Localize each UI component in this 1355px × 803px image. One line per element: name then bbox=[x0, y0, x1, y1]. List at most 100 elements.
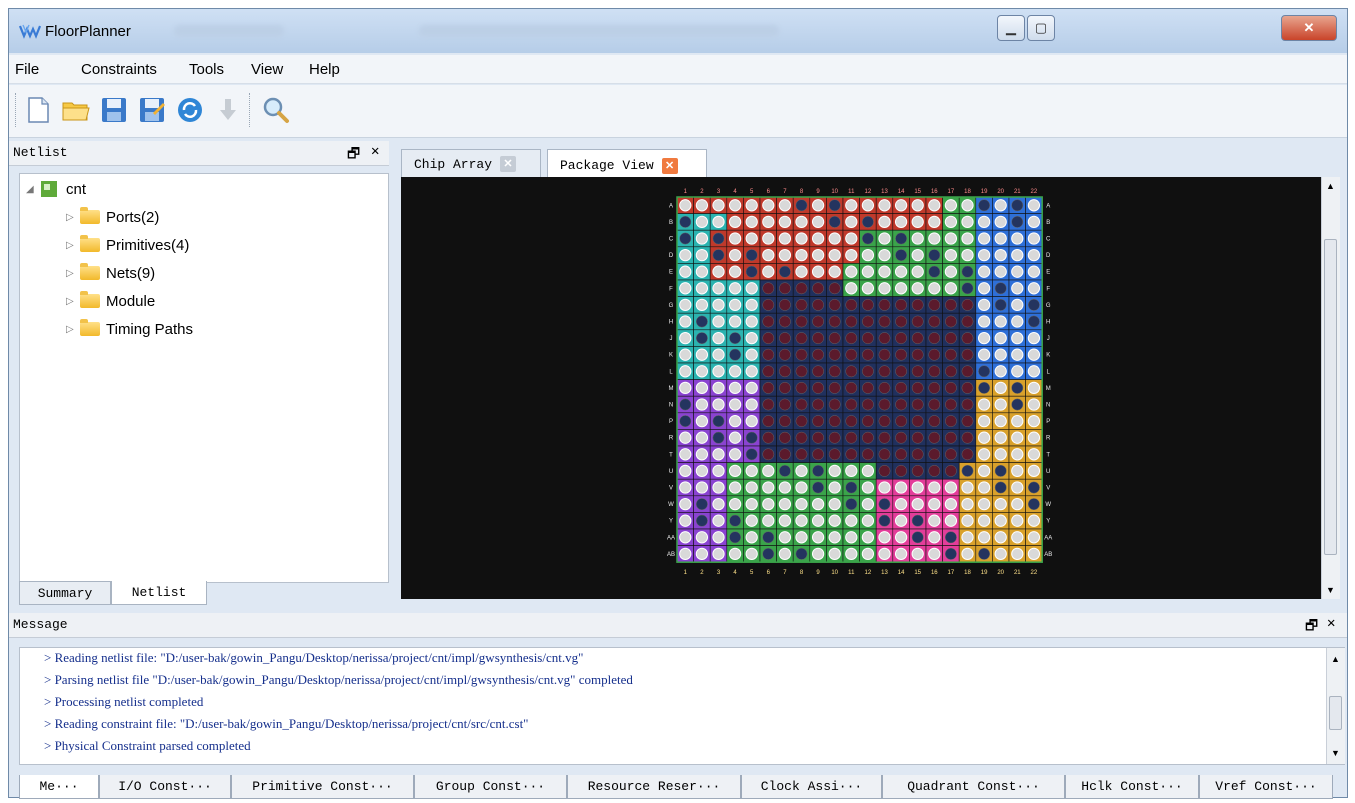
package-pin[interactable] bbox=[676, 312, 694, 331]
package-pin[interactable] bbox=[992, 379, 1010, 397]
package-pin[interactable] bbox=[743, 346, 761, 364]
package-pin[interactable] bbox=[875, 246, 894, 264]
package-pin[interactable] bbox=[809, 412, 827, 430]
package-pin[interactable] bbox=[826, 462, 844, 480]
package-pin[interactable] bbox=[759, 528, 777, 546]
package-pin[interactable] bbox=[958, 263, 977, 281]
package-pin[interactable] bbox=[842, 246, 860, 264]
package-pin[interactable] bbox=[909, 478, 927, 497]
package-pin[interactable] bbox=[992, 495, 1010, 513]
package-pin[interactable] bbox=[1025, 528, 1043, 546]
package-pin[interactable] bbox=[809, 362, 827, 380]
package-pin[interactable] bbox=[743, 512, 761, 530]
package-pin[interactable] bbox=[809, 346, 827, 364]
package-pin[interactable] bbox=[759, 296, 777, 314]
package-pin[interactable] bbox=[1025, 379, 1043, 397]
package-pin[interactable] bbox=[726, 528, 744, 546]
close-tab-icon[interactable]: ✕ bbox=[500, 156, 517, 172]
package-pin[interactable] bbox=[859, 329, 877, 347]
package-pin[interactable] bbox=[1008, 528, 1026, 546]
package-pin[interactable] bbox=[809, 395, 827, 414]
package-pin[interactable] bbox=[676, 395, 694, 414]
package-pin[interactable] bbox=[676, 196, 694, 214]
package-pin[interactable] bbox=[693, 412, 711, 430]
package-pin[interactable] bbox=[859, 362, 877, 380]
package-pin[interactable] bbox=[892, 312, 910, 331]
package-pin[interactable] bbox=[875, 263, 894, 281]
package-pin[interactable] bbox=[1008, 445, 1026, 463]
package-pin[interactable] bbox=[676, 495, 694, 513]
package-pin[interactable] bbox=[875, 296, 894, 314]
package-pin[interactable] bbox=[859, 296, 877, 314]
package-pin[interactable] bbox=[859, 528, 877, 546]
package-pin[interactable] bbox=[875, 279, 894, 297]
package-pin[interactable] bbox=[776, 279, 794, 297]
package-pin[interactable] bbox=[925, 362, 943, 380]
package-pin[interactable] bbox=[792, 528, 811, 546]
package-pin[interactable] bbox=[925, 545, 943, 563]
tab-primitive-constraints[interactable]: Primitive Const··· bbox=[231, 775, 414, 799]
package-pin[interactable] bbox=[925, 329, 943, 347]
tab-chip-array[interactable]: Chip Array ✕ bbox=[401, 149, 541, 179]
package-pin[interactable] bbox=[1008, 263, 1026, 281]
package-pin[interactable] bbox=[992, 528, 1010, 546]
package-pin[interactable] bbox=[693, 429, 711, 447]
package-pin[interactable] bbox=[792, 346, 811, 364]
package-pin[interactable] bbox=[975, 229, 993, 248]
package-pin[interactable] bbox=[842, 229, 860, 248]
package-pin[interactable] bbox=[676, 429, 694, 447]
package-pin[interactable] bbox=[909, 329, 927, 347]
package-pin[interactable] bbox=[859, 412, 877, 430]
package-pin[interactable] bbox=[759, 346, 777, 364]
package-pin[interactable] bbox=[792, 462, 811, 480]
package-pin[interactable] bbox=[925, 279, 943, 297]
package-pin[interactable] bbox=[859, 495, 877, 513]
package-pin[interactable] bbox=[1025, 495, 1043, 513]
package-pin[interactable] bbox=[826, 296, 844, 314]
package-pin[interactable] bbox=[709, 279, 728, 297]
package-pin[interactable] bbox=[975, 362, 993, 380]
package-pin[interactable] bbox=[759, 312, 777, 331]
package-pin[interactable] bbox=[875, 329, 894, 347]
close-tab-icon[interactable]: ✕ bbox=[661, 157, 678, 174]
package-pin[interactable] bbox=[693, 462, 711, 480]
package-pin[interactable] bbox=[975, 246, 993, 264]
package-pin[interactable] bbox=[1008, 379, 1026, 397]
package-pin[interactable] bbox=[726, 346, 744, 364]
message-vertical-scrollbar[interactable]: ▲ ▼ bbox=[1326, 648, 1345, 764]
package-pin[interactable] bbox=[792, 478, 811, 497]
package-pin[interactable] bbox=[975, 296, 993, 314]
package-pin[interactable] bbox=[892, 346, 910, 364]
package-pin[interactable] bbox=[743, 362, 761, 380]
package-pin[interactable] bbox=[875, 528, 894, 546]
package-pin[interactable] bbox=[693, 478, 711, 497]
tab-message[interactable]: Me··· bbox=[19, 775, 99, 799]
package-pin[interactable] bbox=[726, 296, 744, 314]
package-pin[interactable] bbox=[925, 263, 943, 281]
package-pin[interactable] bbox=[842, 495, 860, 513]
package-pin[interactable] bbox=[776, 478, 794, 497]
package-pin[interactable] bbox=[792, 362, 811, 380]
package-pin[interactable] bbox=[792, 329, 811, 347]
package-pin[interactable] bbox=[958, 329, 977, 347]
package-pin[interactable] bbox=[859, 279, 877, 297]
download-icon[interactable] bbox=[213, 95, 243, 125]
package-pin[interactable] bbox=[759, 495, 777, 513]
package-pin[interactable] bbox=[709, 395, 728, 414]
save-as-icon[interactable] bbox=[137, 95, 167, 125]
scroll-up-icon[interactable]: ▲ bbox=[1326, 181, 1335, 191]
package-pin[interactable] bbox=[743, 429, 761, 447]
package-pin[interactable] bbox=[842, 528, 860, 546]
package-pin[interactable] bbox=[1008, 312, 1026, 331]
package-pin[interactable] bbox=[792, 412, 811, 430]
package-pin[interactable] bbox=[693, 528, 711, 546]
package-pin[interactable] bbox=[1025, 279, 1043, 297]
package-pin[interactable] bbox=[975, 379, 993, 397]
package-pin[interactable] bbox=[1008, 329, 1026, 347]
package-pin[interactable] bbox=[709, 512, 728, 530]
package-pin[interactable] bbox=[759, 229, 777, 248]
package-pin[interactable] bbox=[975, 545, 993, 563]
maximize-button[interactable]: ▢ bbox=[1027, 15, 1055, 41]
package-pin[interactable] bbox=[676, 445, 694, 463]
package-pin[interactable] bbox=[992, 312, 1010, 331]
